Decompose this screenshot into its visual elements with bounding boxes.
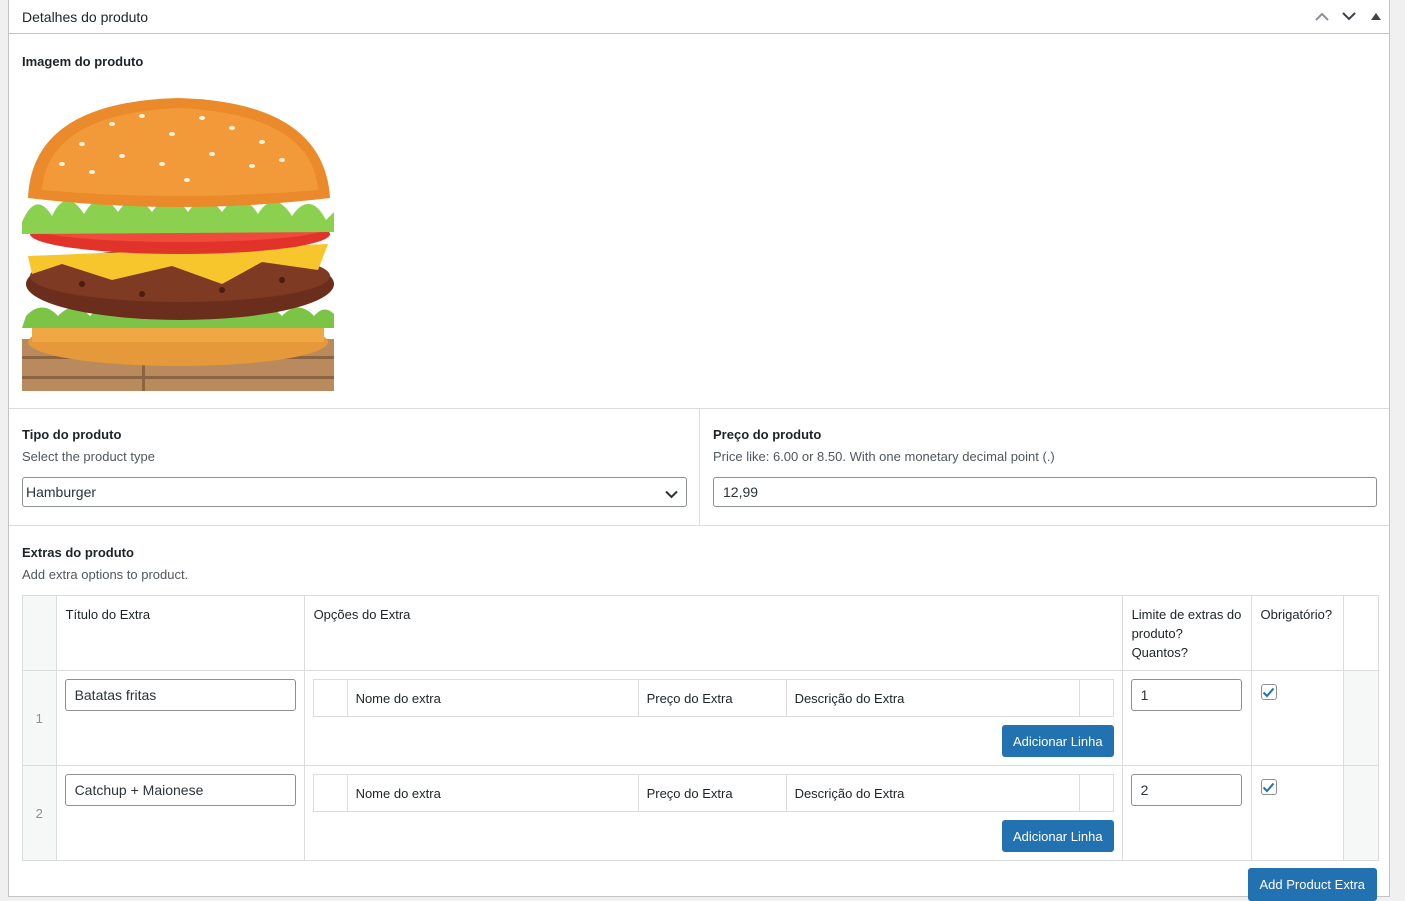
header-index	[22, 595, 57, 671]
row-actions[interactable]	[1343, 670, 1379, 766]
extra-limit-cell: 2	[1121, 765, 1252, 861]
type-price-row: Tipo do produto Select the product type …	[9, 409, 1389, 526]
sub-header-description: Descrição do Extra	[785, 774, 1080, 812]
product-type-description: Select the product type	[22, 449, 155, 464]
row-actions[interactable]	[1343, 765, 1379, 861]
product-type-select[interactable]: Hamburger	[22, 477, 687, 507]
toggle-arrow-icon[interactable]	[1362, 0, 1389, 34]
chevron-up-icon[interactable]	[1308, 0, 1335, 34]
sub-actions	[1078, 679, 1114, 717]
header-actions	[1308, 0, 1389, 33]
product-image-label: Imagem do produto	[22, 54, 144, 69]
chevron-down-icon[interactable]	[1335, 0, 1362, 34]
extra-options-table: Nome do extra Preço do Extra Descrição d…	[312, 679, 1114, 717]
product-price-input[interactable]: 12,99	[713, 477, 1377, 507]
header-limit: Limite de extras do produto? Quantos?	[1121, 595, 1252, 671]
product-extras-description: Add extra options to product.	[22, 567, 189, 582]
table-row: 1 Batatas fritas Nome do extra Preço do …	[22, 670, 1379, 766]
product-extras-section: Extras do produto Add extra options to p…	[9, 526, 1389, 901]
extra-options-cell: Nome do extra Preço do Extra Descrição d…	[303, 670, 1123, 766]
extra-options-table: Nome do extra Preço do Extra Descrição d…	[312, 774, 1114, 812]
required-checkbox[interactable]	[1260, 779, 1277, 795]
sub-header-description: Descrição do Extra	[785, 679, 1080, 717]
extra-title-cell: Batatas fritas	[55, 670, 305, 766]
header-required: Obrigatório?	[1250, 595, 1345, 671]
row-index[interactable]: 2	[22, 765, 57, 861]
product-image-section: Imagem do produto	[9, 35, 1389, 409]
extra-title-cell: Catchup + Maionese	[55, 765, 305, 861]
extra-limit-input[interactable]: 2	[1130, 774, 1242, 806]
extra-limit-input[interactable]: 1	[1130, 679, 1242, 711]
product-price-field: Preço do produto Price like: 6.00 or 8.5…	[700, 409, 1389, 525]
extras-table: Título do Extra Opções do Extra Limite d…	[22, 595, 1379, 861]
sub-index	[312, 679, 348, 717]
table-row: 2 Catchup + Maionese Nome do extra Preço…	[22, 765, 1379, 861]
sub-header-name: Nome do extra	[346, 774, 639, 812]
chevron-down-icon	[665, 486, 678, 502]
extra-options-header: Nome do extra Preço do Extra Descrição d…	[312, 679, 1114, 717]
sub-header-price: Preço do Extra	[637, 679, 787, 717]
required-checkbox[interactable]	[1260, 684, 1277, 700]
sub-index	[312, 774, 348, 812]
product-type-selected: Hamburger	[26, 484, 97, 500]
extra-required-cell	[1250, 765, 1345, 861]
sub-header-name: Nome do extra	[346, 679, 639, 717]
sub-header-price: Preço do Extra	[637, 774, 787, 812]
add-row-button[interactable]: Adicionar Linha	[1001, 725, 1114, 757]
product-price-description: Price like: 6.00 or 8.50. With one monet…	[713, 449, 1055, 464]
header-title: Título do Extra	[55, 595, 305, 671]
header-options: Opções do Extra	[303, 595, 1123, 671]
check-icon	[1262, 687, 1275, 697]
extra-title-input[interactable]: Batatas fritas	[64, 679, 296, 711]
check-icon	[1262, 782, 1275, 792]
extra-options-cell: Nome do extra Preço do Extra Descrição d…	[303, 765, 1123, 861]
header-actions	[1343, 595, 1379, 671]
extra-title-input[interactable]: Catchup + Maionese	[64, 774, 296, 806]
extras-table-header: Título do Extra Opções do Extra Limite d…	[22, 595, 1379, 671]
add-product-extra-button[interactable]: Add Product Extra	[1247, 868, 1377, 901]
metabox-header: Detalhes do produto	[9, 0, 1389, 34]
row-index[interactable]: 1	[22, 670, 57, 766]
extra-required-cell	[1250, 670, 1345, 766]
extra-options-header: Nome do extra Preço do Extra Descrição d…	[312, 774, 1114, 812]
product-image	[22, 94, 334, 391]
add-row-button[interactable]: Adicionar Linha	[1001, 820, 1114, 852]
product-details-metabox: Detalhes do produto Imagem do produto Ti…	[8, 0, 1390, 901]
metabox-title: Detalhes do produto	[22, 8, 149, 25]
sub-actions	[1078, 774, 1114, 812]
product-type-field: Tipo do produto Select the product type …	[9, 409, 700, 525]
extra-limit-cell: 1	[1121, 670, 1252, 766]
